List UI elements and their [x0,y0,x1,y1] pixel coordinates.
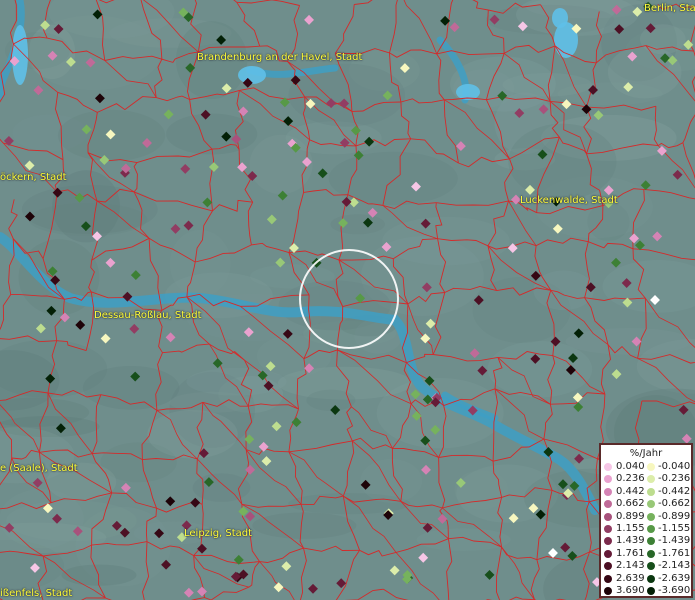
lake [552,8,568,28]
terrain-patch [147,409,238,459]
terrain-patch [28,202,148,236]
legend-label: -2.639 [658,572,691,584]
legend-row: -2.143 [601,560,691,572]
legend-swatch [647,549,655,558]
legend-row: -0.236 [601,473,691,485]
legend-row: -0.662 [601,498,691,510]
legend-swatch [647,525,655,533]
lake [456,84,480,100]
legend-label: -0.442 [658,485,691,497]
legend-swatch [647,574,655,583]
legend-swatch [647,537,655,546]
legend-swatch [647,487,655,496]
legend-title: %/Jahr [629,448,663,459]
legend-label: -1.439 [658,535,691,547]
city-label-weissenfels[interactable]: ißenfels, Stadt [0,588,72,599]
terrain-patch [487,340,593,398]
legend-row: -0.899 [601,511,691,523]
legend-label: -0.236 [658,473,691,485]
terrain-patch [360,458,423,503]
legend-label: -0.040 [658,461,691,472]
terrain-patch [502,72,592,97]
city-label-leipzig[interactable]: Leipzig, Stadt [184,528,252,539]
city-label-halle[interactable]: e (Saale), Stadt [0,463,78,474]
city-label-luckenwalde[interactable]: Luckenwalde, Stadt [520,195,618,206]
legend-label: -0.662 [658,498,691,510]
city-label-brandenburg[interactable]: Brandenburg an der Havel, Stadt [197,52,362,63]
terrain-patch [328,151,458,206]
legend-row: -1.761 [601,548,691,560]
terrain-patch [533,270,594,311]
terrain-patch [256,335,332,377]
map-legend: %/Jahr 0.040 0.236 0.442 0.662 0.899 1.155 1.4… [599,443,693,598]
legend-row: -1.439 [601,535,691,547]
city-label-goeckern[interactable]: öckern, Stadt [0,172,67,183]
legend-label: -2.143 [658,560,691,572]
legend-swatch [647,587,655,595]
terrain-patch [416,528,511,552]
legend-swatch [647,463,655,471]
legend-label: -0.899 [658,510,691,522]
terrain-patch [306,389,356,412]
legend-row: -3.690 [601,585,691,597]
legend-row: -0.442 [601,486,691,498]
lake [238,66,266,84]
legend-label: -1.761 [658,547,691,559]
legend-swatch [647,500,655,509]
legend-row: -1.155 [601,523,691,535]
legend-label: -1.155 [658,523,691,534]
lake [12,25,28,85]
legend-row: -0.040 [601,461,691,473]
legend-row: -2.639 [601,573,691,585]
terrain-patch [508,123,617,200]
terrain-patch [330,214,385,235]
terrain-patch [252,512,357,539]
legend-swatch [647,512,655,521]
legend-swatch [647,562,655,571]
city-label-berlin[interactable]: Berlin, Stadt [644,3,695,14]
map-canvas[interactable] [0,0,695,600]
legend-swatch [647,475,655,484]
map-viewport[interactable]: Brandenburg an der Havel, Stadt Berlin, … [0,0,695,600]
terrain-patch [565,328,693,355]
legend-label: -3.690 [658,585,691,596]
city-label-dessau[interactable]: Dessau-Roßlau, Stadt [94,310,202,321]
terrain-patch [169,229,231,298]
